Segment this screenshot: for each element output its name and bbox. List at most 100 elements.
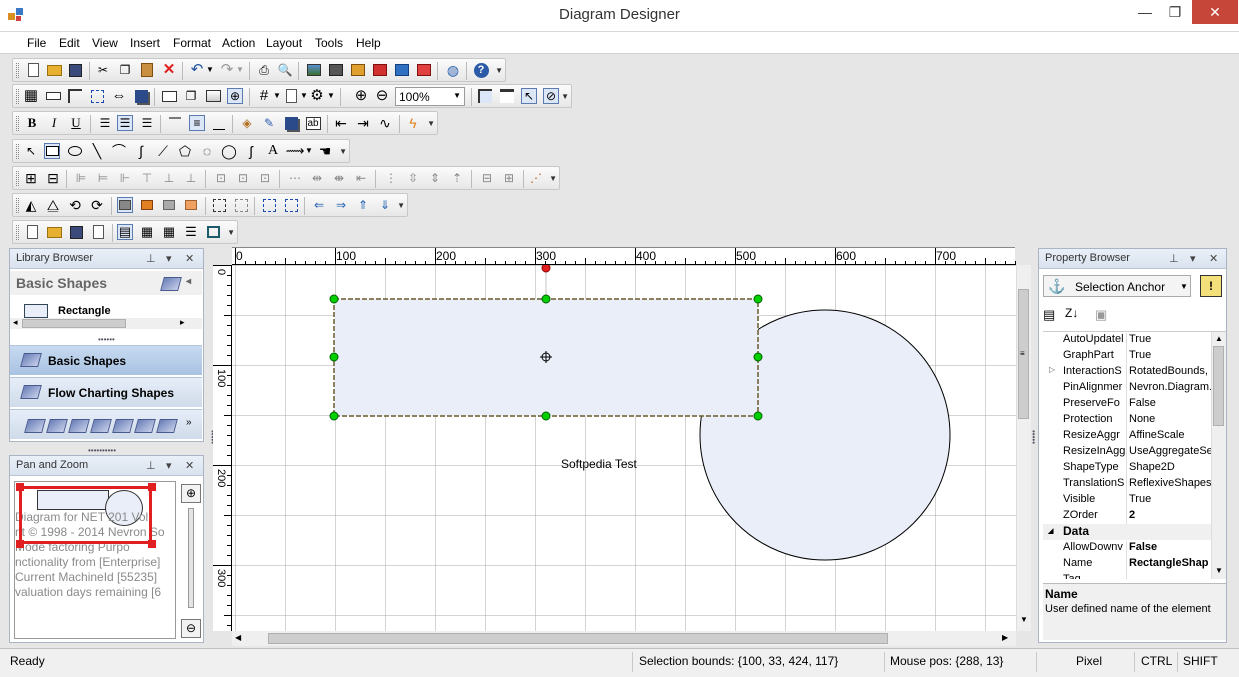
horizontal-spacing-icon[interactable]: ⋯ [287, 170, 303, 186]
library-hscroll-thumb[interactable] [22, 319, 126, 328]
text-tool-icon[interactable]: A [265, 143, 281, 159]
flip-horizontal-icon[interactable]: ◭ [23, 197, 39, 213]
shadow-icon[interactable] [133, 88, 149, 104]
property-row[interactable]: ShapeType Shape2D [1063, 461, 1211, 477]
view-large-icons-icon[interactable]: ▤ [117, 224, 133, 240]
decrease-vspacing-icon[interactable]: ⇕ [427, 170, 443, 186]
property-row[interactable]: Name RectangleShap [1063, 557, 1211, 573]
decrease-hspacing-icon[interactable]: ⇼ [331, 170, 347, 186]
pointer-guides-icon[interactable]: ↖ [521, 88, 537, 104]
menu-action[interactable]: Action [222, 36, 255, 50]
ungroup-icon[interactable]: ⊟ [45, 170, 61, 186]
align-tops-icon[interactable]: ⊤ [139, 170, 155, 186]
property-value[interactable]: 2 [1129, 509, 1211, 521]
fit-page-to-shapes-icon[interactable] [233, 197, 249, 213]
rectangle-shape-icon[interactable] [24, 304, 48, 318]
save-icon[interactable] [67, 62, 83, 78]
zoom-slider-track[interactable] [188, 508, 194, 608]
send-to-back-icon[interactable] [139, 197, 155, 213]
collapse-icon[interactable]: ◢ [1048, 527, 1053, 535]
export-svg-icon[interactable] [350, 62, 366, 78]
library-book-icon[interactable] [160, 277, 182, 291]
cut-icon[interactable]: ✂ [95, 62, 111, 78]
toolbar-grip[interactable] [16, 225, 19, 240]
toolbar-grip[interactable] [16, 89, 19, 104]
align-centers-icon[interactable]: ⊨ [95, 170, 111, 186]
close-button[interactable]: ✕ [1192, 0, 1238, 24]
remove-vspacing-icon[interactable]: ⇡ [449, 170, 465, 186]
library-strip-book-icon[interactable] [134, 419, 156, 433]
minimize-button[interactable]: — [1130, 0, 1160, 24]
scroll-down-icon[interactable]: ▼ [1215, 566, 1223, 575]
auto-layout-icon[interactable]: ⋰ [528, 170, 544, 186]
vertical-spacing-icon[interactable]: ⋮ [383, 170, 399, 186]
library-hscrollbar[interactable]: ◂ ▸ [10, 317, 202, 329]
scroll-down-icon[interactable]: ▼ [1020, 615, 1028, 624]
expand-icon[interactable]: ▷ [1049, 365, 1055, 374]
send-backward-icon[interactable] [183, 197, 199, 213]
library-strip-book-icon[interactable] [24, 419, 46, 433]
image-library-icon[interactable] [205, 88, 221, 104]
library-strip-book-icon[interactable] [46, 419, 68, 433]
resize-handle[interactable] [329, 294, 339, 304]
toolbar-overflow-icon[interactable]: ▼ [549, 174, 557, 183]
collapse-arrow-icon[interactable]: ◂ [186, 276, 191, 287]
pin-icon[interactable]: ⊥ [146, 459, 156, 472]
center-horizontally-icon[interactable]: ⊟ [479, 170, 495, 186]
close-icon[interactable]: ✕ [185, 252, 194, 265]
increase-hspacing-icon[interactable]: ⇹ [309, 170, 325, 186]
splitter-grip[interactable]: •••••• [98, 335, 115, 344]
scroll-left-icon[interactable]: ◂ [13, 317, 18, 328]
property-value[interactable]: AffineScale [1129, 429, 1211, 441]
diagram-canvas[interactable]: Softpedia Test [232, 265, 1016, 631]
scroll-right-icon[interactable]: ▸ [180, 317, 185, 328]
polyline-tool-icon[interactable]: ⟋ [155, 143, 171, 159]
menu-file[interactable]: File [27, 36, 46, 50]
canvas-hscrollbar[interactable]: ◀ ▶ [232, 631, 1016, 646]
scroll-left-icon[interactable]: ◀ [235, 633, 241, 642]
property-value[interactable]: None [1129, 413, 1211, 425]
zoom-combo[interactable]: 100% ▼ [395, 87, 465, 106]
export-swf-icon[interactable] [372, 62, 388, 78]
print-preview-icon[interactable]: 🔍 [277, 62, 293, 78]
restore-button[interactable]: ❐ [1160, 0, 1190, 24]
settings-dropdown-icon[interactable]: ▼ [323, 88, 339, 104]
closed-curve-tool-icon[interactable]: ◌ [199, 143, 215, 159]
page-setup-icon[interactable] [161, 88, 177, 104]
rotate-handle[interactable] [541, 265, 551, 273]
align-to-grid-icon[interactable] [477, 88, 493, 104]
snap-off-icon[interactable]: ⊘ [543, 88, 559, 104]
property-row[interactable]: PinAlignmer Nevron.Diagram. [1063, 381, 1211, 397]
redo-dropdown-icon[interactable]: ▼ [232, 62, 248, 78]
resize-handle[interactable] [541, 411, 551, 421]
scroll-right-icon[interactable]: ▶ [1002, 633, 1008, 642]
menu-format[interactable]: Format [173, 36, 211, 50]
category-flow-charting-shapes[interactable]: Flow Charting Shapes [10, 377, 202, 407]
polygon-tool-icon[interactable]: ⬠ [177, 143, 193, 159]
property-value[interactable]: RotatedBounds, [1129, 365, 1211, 377]
toolbar-grip[interactable] [16, 116, 19, 131]
toolbar-overflow-icon[interactable]: ▼ [561, 92, 569, 101]
open-icon[interactable] [46, 62, 62, 78]
property-pages-button-icon[interactable]: ▣ [1095, 307, 1107, 323]
property-row[interactable]: AutoUpdatel True [1063, 333, 1211, 349]
toolbar-grip[interactable] [16, 144, 19, 159]
property-row[interactable]: AllowDownv False [1063, 541, 1211, 557]
toolbar-overflow-icon[interactable]: ▼ [397, 201, 405, 210]
menu-help[interactable]: Help [356, 36, 381, 50]
pan-tool-icon[interactable]: ☚ [317, 143, 333, 159]
remove-hspacing-icon[interactable]: ⇤ [353, 170, 369, 186]
paste-icon[interactable] [139, 62, 155, 78]
dropdown-icon[interactable]: ▾ [1190, 252, 1196, 265]
connector-dropdown-icon[interactable]: ▼ [301, 143, 317, 159]
delete-icon[interactable]: ✕ [161, 62, 177, 78]
select-all-icon[interactable] [261, 197, 277, 213]
same-height-icon[interactable]: ⊡ [235, 170, 251, 186]
bring-forward-icon[interactable] [161, 197, 177, 213]
layers-icon[interactable]: ❐ [183, 88, 199, 104]
new-library-icon[interactable] [24, 224, 40, 240]
dropdown-icon[interactable]: ▾ [166, 459, 172, 472]
text-style-icon[interactable]: ab [305, 115, 321, 131]
toolbar-overflow-icon[interactable]: ▼ [495, 66, 503, 75]
viewport-rectangle[interactable] [19, 486, 152, 544]
